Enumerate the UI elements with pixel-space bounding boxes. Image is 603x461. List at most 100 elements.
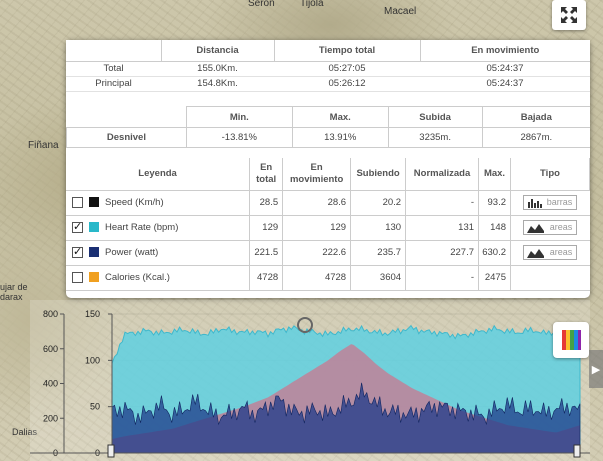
area-icon: [527, 249, 545, 258]
table-row: Total 155.0Km. 05:27:05 05:24:37: [66, 61, 590, 77]
summary-header-tiempo: Tiempo total: [273, 40, 420, 62]
legend-header-max: Max.: [478, 158, 511, 191]
norm-value: 131: [405, 215, 479, 241]
legend-header-mov: En movimiento: [282, 158, 352, 191]
fullscreen-icon: [561, 7, 577, 23]
legend-name: Heart Rate (bpm): [105, 222, 179, 233]
speed-checkbox[interactable]: [72, 196, 83, 208]
row-label: Principal: [66, 76, 161, 92]
left-axis-tick-label: 200: [43, 413, 58, 423]
norm-value: -: [405, 265, 479, 291]
mov-value: 28.6: [282, 190, 351, 216]
desnivel-header-max: Max.: [291, 106, 389, 128]
row-label: Total: [66, 61, 161, 77]
legend-name: Power (watt): [105, 247, 159, 258]
legend-name: Speed (Km/h): [105, 197, 164, 208]
bars-icon: [528, 199, 543, 208]
legend-row-calories: Calories (Kcal.) 4728 4728 3604 - 2475: [66, 265, 590, 291]
distancia-value: 154.8Km.: [161, 76, 274, 92]
legend-header-tipo: Tipo: [510, 158, 590, 191]
palette-button[interactable]: [553, 322, 589, 358]
desnivel-bajada: 2867m.: [481, 127, 590, 148]
legend-header-sub: Subiendo: [350, 158, 407, 191]
chevron-right-icon[interactable]: ▶: [589, 350, 603, 388]
legend-header-leyenda: Leyenda: [66, 158, 251, 191]
desnivel-max: 13.91%: [291, 127, 389, 148]
desnivel-header-empty: [66, 106, 187, 128]
speed-swatch[interactable]: [89, 197, 99, 208]
summary-header-movimiento: En movimiento: [419, 40, 590, 62]
tipo-empty: [510, 265, 590, 291]
desnivel-label: Desnivel: [66, 127, 187, 148]
tiempo-value: 05:27:05: [274, 61, 420, 77]
mov-value: 4728: [282, 265, 351, 291]
mov-value: 129: [282, 215, 351, 241]
summary-table: Distancia Tiempo total En movimiento Tot…: [66, 40, 590, 92]
sub-value: 235.7: [350, 240, 406, 266]
legend-row-heart-rate: Heart Rate (bpm) 129 129 130 131 148 are…: [66, 215, 590, 241]
map-label: darax: [0, 292, 23, 302]
desnivel-header-subida: Subida: [387, 106, 483, 128]
calories-swatch[interactable]: [89, 272, 99, 283]
tipo-label: areas: [549, 222, 573, 232]
tipo-label: areas: [549, 247, 573, 257]
color-palette-icon: [562, 330, 581, 350]
table-row: Desnivel -13.81% 13.91% 3235m. 2867m.: [66, 127, 590, 148]
max-value: 2475: [478, 265, 511, 291]
range-handle-right[interactable]: [573, 444, 581, 458]
sub-value: 3604: [350, 265, 406, 291]
desnivel-header-min: Min.: [185, 106, 293, 128]
norm-value: -: [405, 190, 479, 216]
stats-panel: Distancia Tiempo total En movimiento Tot…: [66, 40, 590, 298]
distancia-value: 155.0Km.: [161, 61, 274, 77]
total-value: 4728: [249, 265, 283, 291]
norm-value: 227.7: [405, 240, 479, 266]
profile-chart[interactable]: 800 600 400 200 0 150 100 50 0: [30, 300, 590, 461]
left-axis-tick-label: 600: [43, 344, 58, 354]
max-value: 93.2: [478, 190, 511, 216]
map-label: ujar de: [0, 282, 28, 292]
legend-row-speed: Speed (Km/h) 28.5 28.6 20.2 - 93.2 barra…: [66, 190, 590, 216]
map-label: Macael: [384, 6, 417, 17]
tipo-label: barras: [546, 197, 573, 207]
inner-axis-tick-label: 100: [85, 355, 100, 365]
map-label: Seron: [248, 0, 275, 9]
summary-header-empty: [66, 40, 161, 62]
legend-name: Calories (Kcal.): [105, 272, 170, 283]
power-checkbox[interactable]: [72, 245, 83, 258]
tiempo-value: 05:26:12: [274, 76, 420, 92]
legend-table: Leyenda En total En movimiento Subiendo …: [66, 158, 590, 291]
left-axis-tick-label: 400: [43, 379, 58, 389]
calories-checkbox[interactable]: [72, 271, 83, 283]
heart-rate-checkbox[interactable]: [72, 220, 83, 233]
movimiento-value: 05:24:37: [420, 76, 590, 92]
inner-axis-tick-label: 150: [85, 309, 100, 319]
table-row: Principal 154.8Km. 05:26:12 05:24:37: [66, 76, 590, 92]
mov-value: 222.6: [282, 240, 351, 266]
area-icon: [527, 224, 545, 233]
power-swatch[interactable]: [89, 247, 99, 258]
tipo-select[interactable]: areas: [523, 220, 578, 235]
fullscreen-button[interactable]: [552, 0, 586, 30]
desnivel-min: -13.81%: [185, 127, 293, 148]
movimiento-value: 05:24:37: [420, 61, 590, 77]
inner-axis-tick-label: 50: [90, 402, 100, 412]
legend-header-total: En total: [249, 158, 284, 191]
range-handle-left[interactable]: [107, 444, 115, 458]
heart-rate-swatch[interactable]: [89, 222, 99, 233]
left-axis-tick-label: 800: [43, 309, 58, 319]
sub-value: 20.2: [350, 190, 406, 216]
legend-header-norm: Normalizada: [405, 158, 480, 191]
total-value: 28.5: [249, 190, 283, 216]
total-value: 221.5: [249, 240, 283, 266]
sub-value: 130: [350, 215, 406, 241]
max-value: 630.2: [478, 240, 511, 266]
total-value: 129: [249, 215, 283, 241]
profile-chart-svg[interactable]: 8006004002000150100500: [30, 300, 590, 461]
max-value: 148: [478, 215, 511, 241]
desnivel-subida: 3235m.: [387, 127, 483, 148]
tipo-select[interactable]: barras: [523, 195, 578, 210]
tipo-select[interactable]: areas: [523, 245, 578, 260]
desnivel-table: Min. Max. Subida Bajada Desnivel -13.81%…: [66, 106, 590, 148]
desnivel-header-bajada: Bajada: [481, 106, 590, 128]
